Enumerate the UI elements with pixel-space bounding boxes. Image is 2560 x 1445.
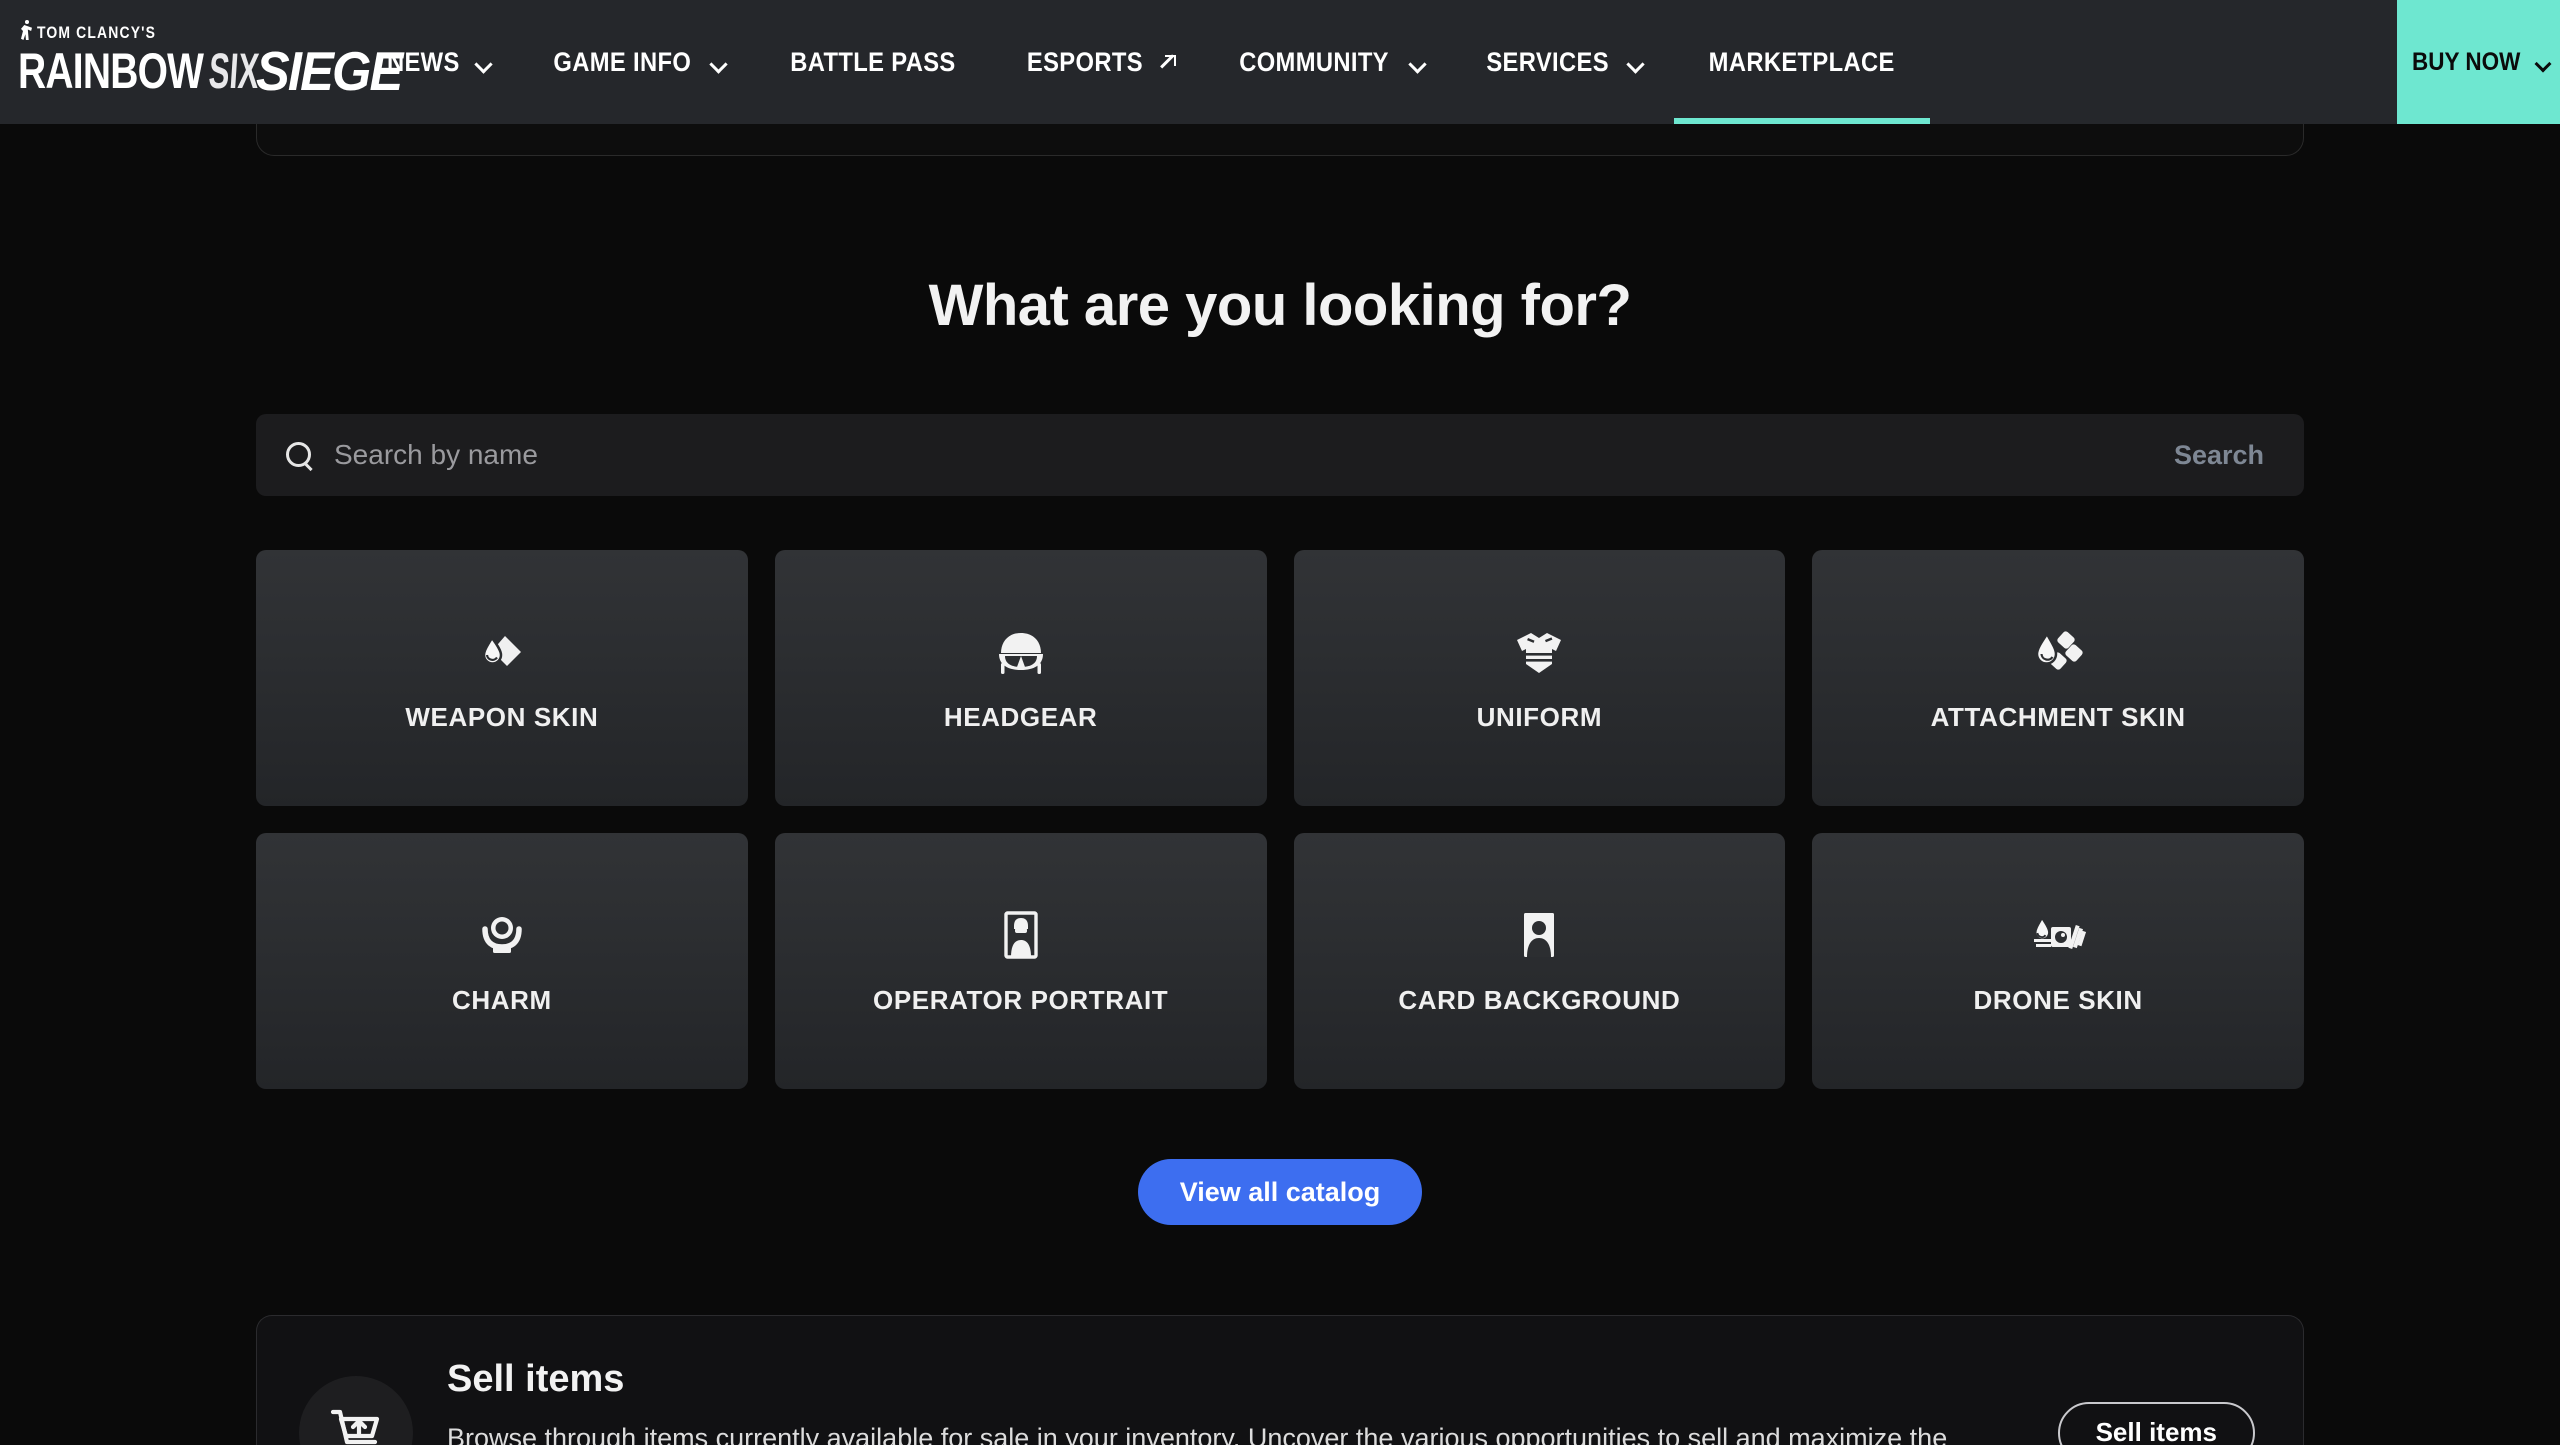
logo-main-line: RAINBOW SIX SIEGE: [18, 42, 403, 100]
sell-items-text: Sell items Browse through items currentl…: [447, 1358, 2024, 1445]
nav-item-game-info[interactable]: GAME INFO: [518, 0, 754, 124]
category-label: OPERATOR PORTRAIT: [873, 984, 1169, 1015]
category-grid: WEAPON SKIN HEADGEAR UNIFORM ATTACHMENT …: [256, 550, 2304, 1089]
category-label: DRONE SKIN: [1973, 984, 2143, 1015]
category-card-charm[interactable]: CHARM: [256, 833, 748, 1089]
category-label: CHARM: [451, 984, 552, 1015]
search-submit-button[interactable]: Search: [2170, 434, 2268, 477]
category-label: CARD BACKGROUND: [1398, 984, 1681, 1015]
sell-items-panel: Sell items Browse through items currentl…: [256, 1315, 2304, 1445]
site-header: TOM CLANCY'S RAINBOW SIX SIEGE NEWS GAME…: [0, 0, 2560, 124]
nav-item-label: SERVICES: [1486, 46, 1609, 77]
category-card-weapon-skin[interactable]: WEAPON SKIN: [256, 550, 748, 806]
chevron-down-icon: [711, 58, 727, 67]
view-all-catalog-row: View all catalog: [256, 1159, 2304, 1225]
buy-now-label: BUY NOW: [2411, 47, 2521, 76]
chevron-down-icon: [1628, 58, 1644, 67]
category-card-card-background[interactable]: CARD BACKGROUND: [1293, 833, 1786, 1089]
nav-item-label: MARKETPLACE: [1708, 46, 1896, 77]
chevron-down-icon: [2536, 58, 2551, 67]
headgear-icon: [993, 624, 1049, 680]
nav-item-community[interactable]: COMMUNITY: [1203, 0, 1452, 124]
sell-items-button[interactable]: Sell items: [2057, 1401, 2255, 1445]
category-card-drone-skin[interactable]: DRONE SKIN: [1812, 833, 2304, 1089]
category-card-uniform[interactable]: UNIFORM: [1293, 550, 1786, 806]
nav-item-marketplace[interactable]: MARKETPLACE: [1670, 0, 1933, 124]
marketplace-page: What are you looking for? Search WEAPON …: [0, 124, 2560, 1445]
category-label: UNIFORM: [1476, 701, 1603, 732]
nav-item-label: BATTLE PASS: [790, 46, 956, 77]
view-all-catalog-button[interactable]: View all catalog: [1137, 1159, 1423, 1225]
category-card-operator-portrait[interactable]: OPERATOR PORTRAIT: [774, 833, 1267, 1089]
logo-rainbow: RAINBOW: [18, 43, 204, 99]
card-background-icon: [1511, 907, 1567, 963]
operator-portrait-icon: [993, 907, 1049, 963]
sell-items-description: Browse through items currently available…: [447, 1423, 1948, 1445]
nav-item-battle-pass[interactable]: BATTLE PASS: [753, 0, 993, 124]
soldier-icon: [20, 20, 33, 41]
logo-top-line: TOM CLANCY'S: [18, 19, 276, 41]
category-label: ATTACHMENT SKIN: [1930, 701, 2186, 732]
search-icon: [286, 441, 313, 469]
sell-items-title: Sell items: [447, 1358, 625, 1400]
shopping-cart-upload-icon: [299, 1375, 413, 1445]
nav-item-label: NEWS: [386, 46, 460, 77]
chevron-down-icon: [1410, 58, 1426, 67]
primary-navigation: NEWS GAME INFO BATTLE PASS ESPORTS COMMU…: [356, 0, 1934, 124]
category-card-headgear[interactable]: HEADGEAR: [774, 550, 1267, 806]
search-input[interactable]: [334, 439, 2170, 471]
page-title: What are you looking for?: [928, 273, 1632, 338]
nav-item-label: ESPORTS: [1027, 46, 1144, 77]
chevron-down-icon: [476, 58, 492, 67]
attachment-skin-icon: [2030, 624, 2086, 680]
category-label: WEAPON SKIN: [405, 701, 599, 732]
nav-item-esports[interactable]: ESPORTS: [993, 0, 1203, 124]
logo-tom-clancys: TOM CLANCY'S: [37, 23, 157, 42]
charm-icon: [474, 907, 530, 963]
drone-skin-icon: [2030, 907, 2087, 963]
logo-six: SIX: [207, 43, 262, 99]
category-card-attachment-skin[interactable]: ATTACHMENT SKIN: [1812, 550, 2304, 806]
nav-item-news[interactable]: NEWS: [356, 0, 518, 124]
rainbow-six-siege-logo[interactable]: TOM CLANCY'S RAINBOW SIX SIEGE: [18, 19, 403, 105]
category-label: HEADGEAR: [943, 701, 1098, 732]
nav-item-services[interactable]: SERVICES: [1452, 0, 1670, 124]
nav-item-label: COMMUNITY: [1239, 46, 1389, 77]
nav-item-label: GAME INFO: [553, 46, 691, 77]
uniform-icon: [1511, 624, 1567, 680]
external-link-icon: [1161, 54, 1177, 70]
hero-banner-bottom-edge: [256, 124, 2304, 156]
buy-now-button[interactable]: BUY NOW: [2397, 0, 2560, 124]
weapon-skin-icon: [474, 624, 530, 680]
page-content: What are you looking for? Search WEAPON …: [256, 124, 2304, 1445]
search-bar[interactable]: Search: [256, 414, 2304, 496]
